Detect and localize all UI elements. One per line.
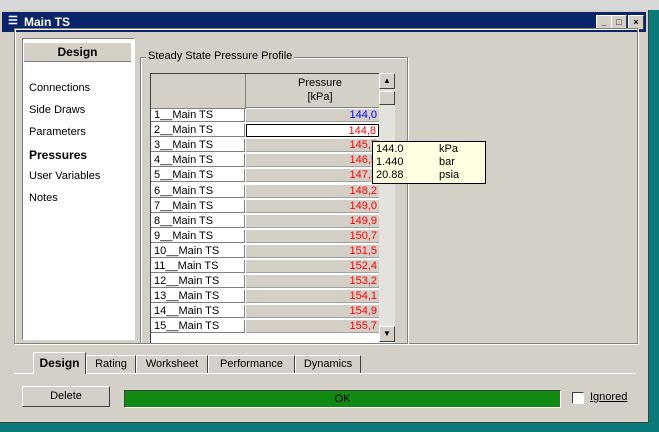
pressure-cell[interactable]: 151,5 — [246, 244, 379, 258]
stage-cell[interactable]: 4__Main TS — [151, 154, 245, 168]
window-menu-icon[interactable]: ☰ — [8, 14, 18, 27]
tooltip-value: 144.0 — [376, 143, 404, 155]
grid-scrollbar[interactable]: ▲ ▼ — [379, 73, 395, 342]
scroll-thumb[interactable] — [379, 91, 395, 105]
stage-cell[interactable]: 12__Main TS — [151, 275, 245, 289]
pressure-cell[interactable]: 148,2 — [246, 184, 379, 198]
pressure-cell[interactable]: 150,7 — [246, 229, 379, 243]
pressure-cell[interactable]: 153,2 — [246, 275, 379, 289]
stage-cell[interactable]: 9__Main TS — [151, 229, 245, 243]
stage-cell[interactable]: 7__Main TS — [151, 199, 245, 213]
stage-cell[interactable]: 3__Main TS — [151, 139, 245, 153]
pressure-cell[interactable]: 149,0 — [246, 199, 379, 213]
scroll-down-icon[interactable]: ▼ — [379, 326, 395, 342]
pressure-cell[interactable]: 154,1 — [246, 290, 379, 304]
stage-cell[interactable]: 15__Main TS — [151, 320, 245, 334]
tab-rating[interactable]: Rating — [86, 355, 136, 373]
pressure-cell[interactable]: 144,0 — [246, 109, 379, 122]
stage-cell[interactable]: 1__Main TS — [151, 109, 245, 122]
window-title: Main TS — [24, 15, 71, 29]
nav-item-side-draws[interactable]: Side Draws — [29, 104, 85, 116]
tab-worksheet[interactable]: Worksheet — [136, 355, 208, 373]
pressure-cell[interactable]: 155,7 — [246, 320, 379, 334]
status-bar: OK — [124, 390, 561, 408]
pressure-cell[interactable]: 149,9 — [246, 214, 379, 228]
ignored-checkbox[interactable] — [572, 392, 584, 404]
tooltip-unit: bar — [439, 156, 455, 168]
unit-conversion-tooltip: 144.0 kPa 1.440 bar 20.88 psia — [372, 141, 486, 184]
pressure-column-header: Pressure [kPa] — [246, 74, 394, 108]
stage-cell[interactable]: 14__Main TS — [151, 305, 245, 319]
delete-button[interactable]: Delete — [22, 386, 110, 407]
tooltip-unit: kPa — [439, 143, 458, 155]
stage-cell[interactable]: 10__Main TS — [151, 244, 245, 258]
stage-cell[interactable]: 11__Main TS — [151, 260, 245, 273]
nav-heading: Design — [24, 43, 131, 62]
stage-cell[interactable]: 8__Main TS — [151, 214, 245, 228]
tooltip-value: 1.440 — [376, 156, 404, 168]
tooltip-unit: psia — [439, 169, 460, 181]
tooltip-value: 20.88 — [376, 169, 404, 181]
nav-item-parameters[interactable]: Parameters — [29, 126, 86, 138]
nav-item-notes[interactable]: Notes — [29, 192, 58, 204]
nav-item-pressures[interactable]: Pressures — [29, 148, 87, 162]
pressure-cell[interactable]: 152,4 — [246, 260, 379, 273]
background-strip — [0, 0, 659, 10]
nav-item-connections[interactable]: Connections — [29, 82, 90, 94]
tab-design[interactable]: Design — [33, 352, 86, 374]
stage-column-header — [151, 74, 246, 109]
pressure-header-unit: [kPa] — [307, 91, 333, 103]
stage-cell[interactable]: 5__Main TS — [151, 169, 245, 183]
pressure-cell[interactable]: 147,3 — [246, 169, 379, 183]
ignored-label[interactable]: Ignored — [590, 391, 627, 403]
pressure-cell[interactable]: 145,7 — [246, 139, 379, 153]
tab-performance[interactable]: Performance — [208, 355, 295, 373]
pressure-cell[interactable]: 146,5 — [246, 154, 379, 168]
pressure-cell[interactable]: 154,9 — [246, 305, 379, 319]
pressure-header-label: Pressure — [297, 77, 343, 89]
tab-strip-line — [14, 373, 636, 374]
stage-cell[interactable]: 2__Main TS — [151, 124, 245, 138]
ignored-label-text: Ignored — [590, 391, 628, 403]
pressure-cell[interactable]: 144,8 — [246, 124, 379, 138]
scroll-up-icon[interactable]: ▲ — [379, 73, 395, 89]
stage-cell[interactable]: 6__Main TS — [151, 184, 245, 198]
pressure-profile-label: Steady State Pressure Profile — [146, 50, 295, 62]
nav-item-user-variables[interactable]: User Variables — [29, 170, 100, 182]
stage-cell[interactable]: 13__Main TS — [151, 290, 245, 304]
tab-dynamics[interactable]: Dynamics — [295, 355, 361, 373]
design-nav-list: Design Connections Side Draws Parameters Pr… — [22, 38, 135, 340]
pressure-grid: Pressure [kPa] 1__Main TS 144,0 2__Main TS… — [150, 73, 395, 343]
